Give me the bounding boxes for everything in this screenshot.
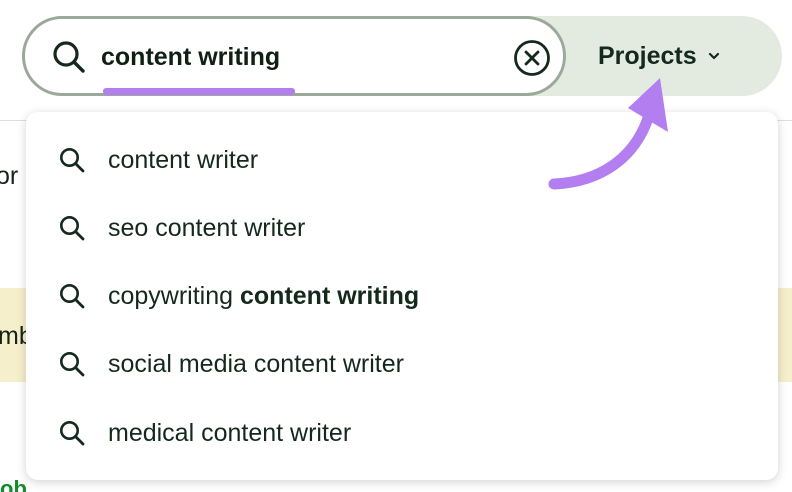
search-icon — [60, 216, 85, 241]
search-input-highlight — [103, 88, 295, 95]
suggestion-label: seo content writer — [108, 213, 306, 242]
suggestion-item[interactable]: copywriting content writing — [26, 267, 778, 325]
suggestion-item[interactable]: medical content writer — [26, 404, 778, 462]
projects-dropdown-button[interactable]: Projects — [598, 34, 721, 78]
search-icon — [60, 148, 85, 173]
suggestion-label: medical content writer — [108, 418, 352, 447]
background-text-fragment: ob — [0, 476, 27, 492]
search-icon — [60, 352, 85, 377]
search-icon — [60, 421, 85, 446]
search-icon — [53, 41, 85, 73]
suggestion-label: copywriting content writing — [108, 281, 420, 310]
suggestions-dropdown: content writer seo content writer copywr… — [26, 112, 778, 480]
close-circle-icon[interactable] — [513, 39, 551, 77]
projects-button-label: Projects — [598, 41, 697, 70]
suggestion-item[interactable]: seo content writer — [26, 199, 778, 257]
search-box[interactable] — [22, 16, 566, 96]
search-input[interactable] — [101, 39, 501, 75]
suggestion-item[interactable]: social media content writer — [26, 335, 778, 393]
search-icon — [60, 284, 85, 309]
search-bar-group: Projects — [22, 16, 782, 96]
suggestion-label: content writer — [108, 145, 259, 174]
suggestion-label: social media content writer — [108, 349, 404, 378]
chevron-down-icon — [708, 52, 719, 60]
background-text-fragment: or — [0, 162, 19, 190]
suggestion-item[interactable]: content writer — [26, 131, 778, 189]
page: or mb ob Projects — [0, 0, 792, 492]
